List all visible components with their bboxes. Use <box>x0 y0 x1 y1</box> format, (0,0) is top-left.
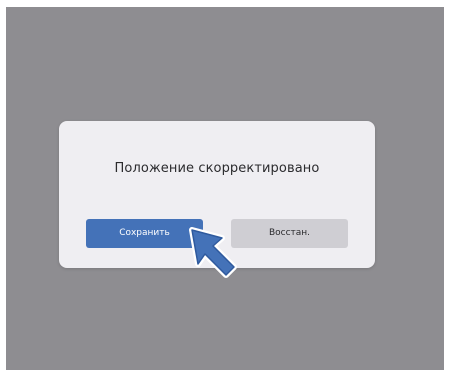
restore-button[interactable]: Восстан. <box>231 219 348 248</box>
dimmed-backdrop: Положение скорректировано Сохранить Восс… <box>6 7 444 370</box>
screenshot-frame: Положение скорректировано Сохранить Восс… <box>0 0 450 374</box>
dialog-message: Положение скорректировано <box>114 161 320 176</box>
arrow-pointer-icon <box>189 227 237 278</box>
